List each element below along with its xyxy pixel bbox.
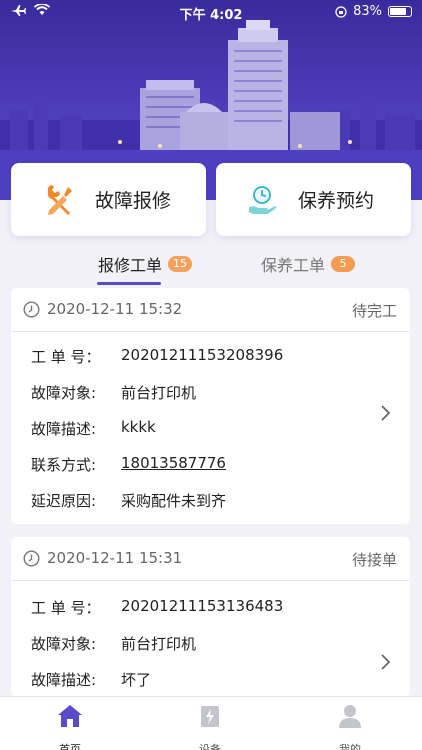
field-value: 前台打印机 (121, 635, 197, 653)
field-value: 坏了 (121, 671, 152, 689)
field-contact: 联系方式: 18013587776 (31, 454, 226, 475)
maintenance-label: 保养预约 (298, 190, 375, 212)
field-label: 延迟原因: (31, 492, 97, 510)
order-header: 2020-12-11 15:31 待接单 (11, 537, 410, 581)
phone-link[interactable]: 18013587776 (121, 454, 226, 475)
user-icon (339, 705, 361, 728)
field-delay-reason: 延迟原因: 采购配件未到齐 (31, 490, 226, 511)
field-label: 故障对象: (31, 635, 97, 653)
bottom-nav: 首页 设备 我的 (0, 696, 422, 750)
order-datetime: 2020-12-11 15:31 (47, 549, 183, 567)
chevron-right-icon[interactable] (380, 404, 392, 422)
clock-icon (23, 301, 40, 318)
nav-label: 我的 (339, 743, 361, 750)
maintenance-booking-button[interactable]: 保养预约 (216, 163, 411, 236)
field-value: 采购配件未到齐 (121, 492, 227, 510)
nav-home[interactable]: 首页 (30, 703, 110, 750)
field-value: 20201211153136483 (121, 597, 284, 615)
field-label: 工 单 号： (31, 599, 101, 617)
nav-label: 首页 (59, 743, 81, 750)
status-bar: 下午 4:02 83% (0, 0, 422, 24)
field-order-no: 工 单 号： 20201211153136483 (31, 597, 283, 618)
field-order-no: 工 单 号： 20201211153208396 (31, 346, 283, 367)
tab-maintenance-orders[interactable]: 保养工单 5 (261, 252, 356, 276)
field-label: 联系方式: (31, 456, 97, 474)
count-badge: 15 (168, 256, 193, 272)
home-icon (58, 705, 82, 727)
tab-label: 保养工单 (261, 256, 326, 275)
tab-repair-orders[interactable]: 报修工单 15 (98, 252, 193, 276)
field-fault-description: 故障描述: kkkk (31, 418, 156, 439)
repair-button[interactable]: 故障报修 (11, 163, 206, 236)
field-label: 故障对象: (31, 384, 97, 402)
field-value: 前台打印机 (121, 384, 197, 402)
order-card[interactable]: 2020-12-11 15:31 待接单 工 单 号： 202012111531… (11, 537, 410, 697)
clock-hand-icon (249, 185, 277, 214)
field-value: 20201211153208396 (121, 346, 284, 364)
field-value: kkkk (121, 418, 156, 436)
tab-label: 报修工单 (98, 256, 163, 275)
order-card[interactable]: 2020-12-11 15:32 待完工 工 单 号： 202012111532… (11, 288, 410, 524)
order-header: 2020-12-11 15:32 待完工 (11, 288, 410, 332)
count-badge: 5 (331, 256, 356, 272)
order-status: 待接单 (351, 551, 397, 569)
active-tab-indicator (97, 282, 161, 285)
field-label: 故障描述: (31, 671, 97, 689)
orientation-lock-icon (335, 5, 347, 18)
repair-label: 故障报修 (95, 190, 172, 212)
device-icon (201, 706, 219, 727)
field-fault-object: 故障对象: 前台打印机 (31, 633, 196, 654)
order-datetime: 2020-12-11 15:32 (47, 300, 183, 318)
battery-icon (388, 6, 412, 17)
battery-percent: 83% (353, 4, 382, 19)
nav-label: 设备 (199, 743, 221, 750)
nav-mine[interactable]: 我的 (310, 703, 390, 750)
nav-device[interactable]: 设备 (170, 703, 250, 750)
wrench-screwdriver-icon (47, 184, 72, 215)
field-fault-description: 故障描述: 坏了 (31, 669, 151, 690)
field-fault-object: 故障对象: 前台打印机 (31, 382, 196, 403)
field-label: 故障描述: (31, 420, 97, 438)
order-status: 待完工 (351, 302, 397, 320)
clock-icon (23, 550, 40, 567)
order-tabs: 报修工单 15 保养工单 5 (0, 246, 422, 286)
chevron-right-icon[interactable] (380, 653, 392, 671)
field-label: 工 单 号： (31, 348, 101, 366)
